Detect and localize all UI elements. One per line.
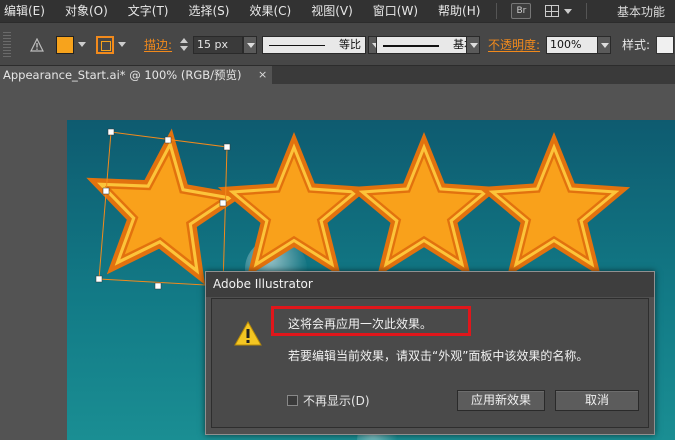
workspace-switcher[interactable]: 基本功能	[617, 3, 675, 20]
brush-definition-dropdown[interactable]	[466, 36, 480, 54]
brush-definition[interactable]: 基本	[376, 36, 480, 54]
document-tab[interactable]: Appearance_Start.ai* @ 100% (RGB/预览) ×	[0, 66, 272, 84]
close-icon[interactable]: ×	[258, 66, 267, 84]
opacity-label[interactable]: 不透明度:	[488, 36, 540, 54]
star-shape[interactable]	[477, 132, 631, 277]
arrange-documents-button[interactable]	[545, 3, 573, 19]
selection-handle[interactable]	[223, 143, 231, 151]
selection-handle[interactable]	[164, 136, 172, 144]
stroke-dropdown-icon[interactable]	[118, 42, 126, 47]
selection-handle[interactable]	[107, 128, 115, 136]
variable-width-profile[interactable]: 等比	[262, 36, 366, 54]
graphic-style-swatch[interactable]	[656, 36, 674, 54]
control-bar: 描边: 15 px 等比 基本 不透明度: 100% 样式:	[0, 22, 675, 66]
menu-edit[interactable]: 编辑(E)	[0, 0, 55, 22]
menu-separator	[496, 3, 498, 19]
menu-select[interactable]: 选择(S)	[178, 0, 239, 22]
stroke-weight-field[interactable]: 15 px	[193, 36, 243, 54]
dont-show-again-label[interactable]: 不再显示(D)	[303, 392, 370, 409]
menu-help[interactable]: 帮助(H)	[428, 0, 490, 22]
selection-handle[interactable]	[95, 275, 103, 283]
document-tab-title: Appearance_Start.ai* @ 100% (RGB/预览)	[3, 68, 242, 82]
bridge-button[interactable]: Br	[511, 3, 532, 19]
stroke-weight-spinner[interactable]	[178, 36, 190, 54]
selection-handle[interactable]	[154, 282, 162, 290]
variable-width-profile-label: 等比	[339, 38, 361, 51]
stroke-label[interactable]: 描边:	[144, 36, 172, 54]
opacity-dropdown[interactable]	[597, 36, 611, 54]
brush-line-preview	[383, 45, 439, 47]
stroke-color-swatch[interactable]	[96, 36, 114, 54]
style-label: 样式:	[622, 38, 651, 52]
cancel-button[interactable]: 取消	[555, 390, 639, 411]
dialog-title: Adobe Illustrator	[206, 272, 654, 297]
dont-show-again-checkbox[interactable]	[287, 395, 298, 406]
warning-icon	[234, 321, 262, 346]
document-tab-bar: Appearance_Start.ai* @ 100% (RGB/预览) ×	[0, 66, 675, 84]
dialog-body: 这将会再应用一次此效果。 若要编辑当前效果，请双击“外观”面板中该效果的名称。 …	[211, 298, 649, 428]
chevron-down-icon	[564, 8, 573, 14]
selection-handle[interactable]	[219, 199, 227, 207]
menu-bar: 编辑(E) 对象(O) 文字(T) 选择(S) 效果(C) 视图(V) 窗口(W…	[0, 0, 675, 22]
menu-view[interactable]: 视图(V)	[301, 0, 363, 22]
selection-handle[interactable]	[102, 187, 110, 195]
menu-type[interactable]: 文字(T)	[118, 0, 179, 22]
menu-object[interactable]: 对象(O)	[55, 0, 118, 22]
illustrator-window: 编辑(E) 对象(O) 文字(T) 选择(S) 效果(C) 视图(V) 窗口(W…	[0, 0, 675, 440]
fill-dropdown-icon[interactable]	[78, 42, 86, 47]
reapply-effect-dialog: Adobe Illustrator 这将会再应用一次此效果。 若要编辑当前效果，…	[205, 271, 655, 435]
profile-line-preview	[269, 45, 325, 46]
star-shape[interactable]	[347, 132, 501, 277]
apply-new-effect-button[interactable]: 应用新效果	[457, 390, 545, 411]
star-shape[interactable]	[86, 128, 246, 285]
dialog-detail: 若要编辑当前效果，请双击“外观”面板中该效果的名称。	[288, 349, 589, 363]
menu-window[interactable]: 窗口(W)	[363, 0, 428, 22]
fill-color-swatch[interactable]	[56, 36, 74, 54]
panel-grip[interactable]	[3, 32, 11, 58]
highlight-annotation	[271, 306, 471, 336]
warning-triangle-icon	[30, 38, 44, 52]
menu-separator	[586, 3, 588, 19]
star-shape[interactable]	[217, 132, 371, 277]
arrange-grid-icon	[545, 5, 560, 17]
menu-effect[interactable]: 效果(C)	[239, 0, 301, 22]
stroke-weight-dropdown[interactable]	[243, 36, 257, 54]
